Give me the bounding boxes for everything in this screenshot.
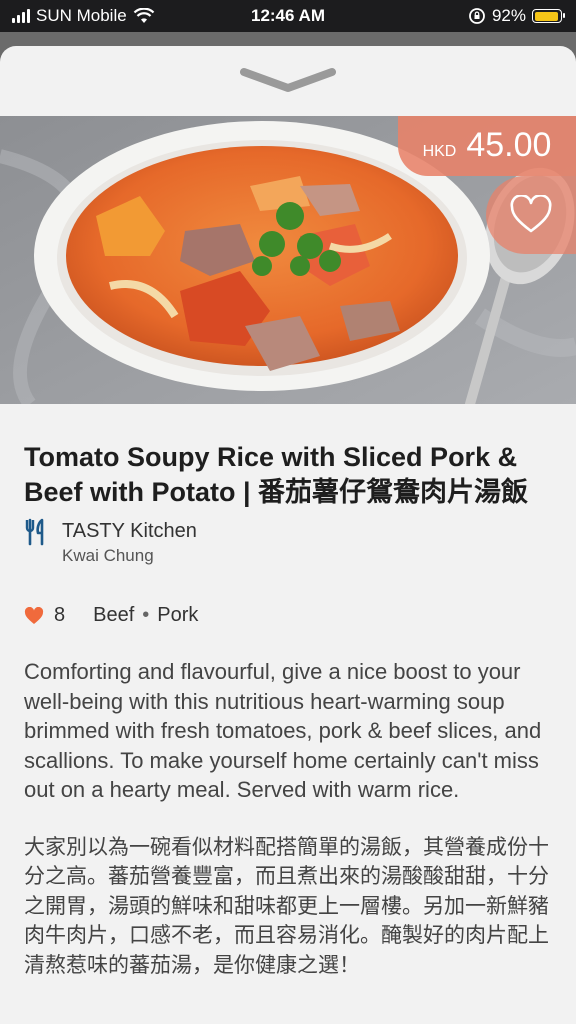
battery-icon [532, 9, 565, 23]
heart-filled-icon [24, 606, 44, 624]
battery-percent: 92% [491, 6, 526, 25]
price-tag: HKD 45.00 [398, 116, 576, 176]
carrier-name: SUN Mobile [36, 6, 127, 25]
likes-count: 8 [54, 604, 66, 626]
battery-level [534, 11, 558, 21]
item-details: Tomato Soupy Rice with Sliced Pork & Bee… [0, 404, 576, 980]
restaurant-name: TASTY Kitchen [62, 520, 197, 542]
heart-outline-icon[interactable] [509, 195, 553, 235]
item-detail-sheet: HKD 45.00 Tomato Soupy Rice with Sliced … [0, 46, 576, 1024]
status-bar: SUN Mobile 12:46 AM 92% [0, 0, 576, 32]
item-meta: 8 Beef • Pork [24, 604, 552, 627]
signal-icon [12, 9, 30, 23]
price-amount: 45.00 [466, 126, 552, 164]
restaurant-area: Kwai Chung [62, 546, 154, 565]
fork-knife-icon [25, 518, 44, 546]
wifi-icon [133, 8, 154, 23]
favorite-button[interactable] [486, 176, 576, 254]
tag-separator: • [142, 604, 150, 626]
screen: SUN Mobile 12:46 AM 92% HKD 45.00 Tomato… [0, 0, 576, 1024]
description-en: Comforting and flavourful, give a nice b… [24, 659, 542, 802]
rotation-lock-icon [469, 8, 485, 24]
restaurant-info[interactable]: TASTY Kitchen Kwai Chung [24, 518, 552, 568]
tag-pork: Pork [157, 604, 199, 626]
item-title: Tomato Soupy Rice with Sliced Pork & Bee… [24, 442, 529, 507]
dish-photo: HKD 45.00 [0, 116, 576, 404]
collapse-handle[interactable] [0, 46, 576, 116]
chevron-down-icon[interactable] [240, 66, 336, 96]
tag-beef: Beef [93, 604, 135, 626]
price-currency: HKD [422, 143, 457, 160]
description-zh: 大家別以為一碗看似材料配搭簡單的湯飯，其營養成份十分之高。蕃茄營養豐富，而且煮出… [24, 835, 549, 977]
